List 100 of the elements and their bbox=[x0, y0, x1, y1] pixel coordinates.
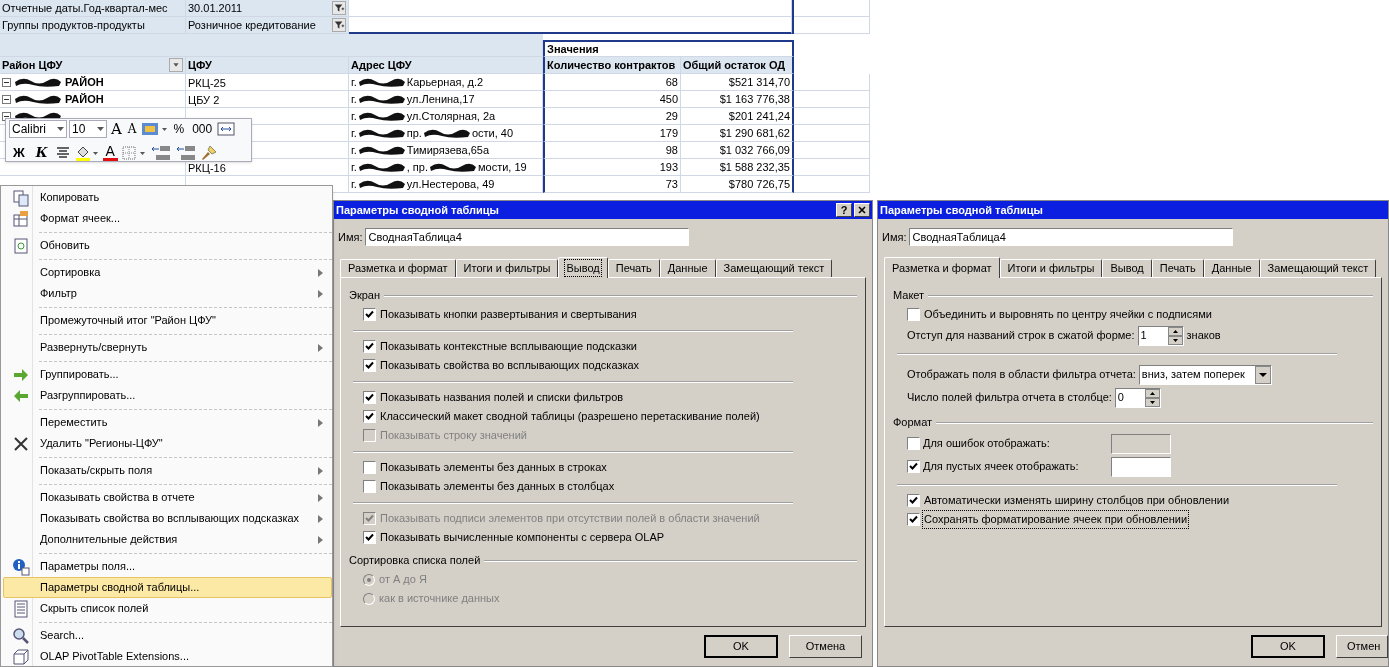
cell-text: ЦБУ 2 bbox=[188, 95, 220, 106]
checkbox[interactable] bbox=[907, 460, 920, 473]
menu-item[interactable]: Промежуточный итог "Район ЦФУ" bbox=[3, 310, 332, 331]
cell-styles-icon[interactable] bbox=[140, 120, 169, 137]
section-label: Экран bbox=[349, 288, 381, 304]
format-painter-icon[interactable] bbox=[199, 143, 218, 162]
field-label: Число полей фильтра отчета в столбце: bbox=[907, 390, 1112, 406]
redaction-mark bbox=[421, 127, 472, 139]
cell-text: $1 588 232,35 bbox=[719, 161, 790, 173]
font-color-button[interactable]: A bbox=[102, 144, 118, 162]
number-field[interactable]: 1 bbox=[1137, 325, 1184, 346]
section-label: Формат bbox=[893, 415, 933, 431]
cell-text: ости, 40 bbox=[471, 127, 514, 139]
menu-item[interactable]: Показывать свойства во всплывающих подсказках bbox=[3, 508, 332, 529]
checkbox-label: Показывать элементы без данных в столбцах bbox=[379, 479, 616, 495]
checkbox[interactable] bbox=[363, 359, 376, 372]
align-center-icon[interactable] bbox=[54, 144, 71, 161]
tab[interactable]: Данные bbox=[1203, 259, 1260, 277]
menu-item[interactable]: Удалить "Регионы-ЦФУ" bbox=[3, 433, 332, 454]
shrink-font-button[interactable]: A bbox=[125, 119, 139, 138]
font-size-dropdown[interactable]: 10 bbox=[69, 119, 107, 138]
menu-item[interactable]: Search... bbox=[3, 625, 332, 646]
bold-button[interactable]: Ж bbox=[9, 143, 29, 163]
checkbox[interactable] bbox=[907, 513, 920, 526]
filter-icon[interactable] bbox=[332, 1, 346, 15]
tab[interactable]: Данные bbox=[659, 259, 716, 277]
borders-icon[interactable] bbox=[120, 144, 147, 161]
tab[interactable]: Итоги и фильтры bbox=[999, 259, 1103, 277]
menu-item[interactable]: Фильтр bbox=[3, 283, 332, 304]
menu-item[interactable]: Переместить bbox=[3, 412, 332, 433]
tab[interactable]: Замещающий текст bbox=[715, 259, 833, 277]
font-dropdown[interactable]: Calibri bbox=[9, 119, 67, 138]
cancel-button[interactable]: Отмен bbox=[1336, 635, 1388, 658]
menu-item[interactable]: Дополнительные действия bbox=[3, 529, 332, 550]
merge-icon[interactable] bbox=[217, 120, 236, 137]
field-label: Отступ для названий строк в сжатой форме: bbox=[907, 328, 1135, 344]
checkbox[interactable] bbox=[363, 340, 376, 353]
field-list-icon bbox=[12, 600, 30, 618]
close-button[interactable] bbox=[854, 203, 870, 217]
menu-item[interactable]: Копировать bbox=[3, 187, 332, 208]
increase-decimal-icon[interactable] bbox=[149, 143, 172, 162]
menu-item[interactable]: Обновить bbox=[3, 235, 332, 256]
checkbox[interactable] bbox=[907, 308, 920, 321]
tab[interactable]: Печать bbox=[1151, 259, 1204, 277]
grow-font-button[interactable]: A bbox=[109, 117, 124, 140]
collapse-icon[interactable] bbox=[2, 77, 11, 87]
cancel-button[interactable]: Отмена bbox=[789, 635, 862, 658]
checkbox[interactable] bbox=[363, 480, 376, 493]
info-icon bbox=[12, 558, 30, 576]
checkbox[interactable] bbox=[363, 461, 376, 474]
tab[interactable]: Разметка и формат bbox=[884, 257, 1000, 278]
checkbox[interactable] bbox=[363, 391, 376, 404]
decrease-decimal-icon[interactable] bbox=[174, 143, 197, 162]
filter-icon[interactable] bbox=[332, 18, 346, 32]
percent-button[interactable]: % bbox=[170, 119, 188, 138]
tab[interactable]: Вывод bbox=[1102, 259, 1152, 277]
checkbox-label: Показывать контекстные всплывающие подсказки bbox=[379, 339, 638, 355]
cell-text: $780 726,75 bbox=[728, 178, 790, 190]
text-field[interactable] bbox=[1111, 456, 1171, 477]
tab[interactable]: Вывод bbox=[558, 257, 608, 278]
menu-item[interactable]: Формат ячеек... bbox=[3, 208, 332, 229]
help-button[interactable]: ? bbox=[836, 203, 852, 217]
spin-buttons-icon[interactable] bbox=[1167, 326, 1183, 345]
tab[interactable]: Печать bbox=[607, 259, 660, 277]
menu-item[interactable]: Развернуть/свернуть bbox=[3, 337, 332, 358]
checkbox[interactable] bbox=[363, 410, 376, 423]
tab[interactable]: Разметка и формат bbox=[340, 259, 456, 277]
name-field[interactable]: СводнаяТаблица4 bbox=[365, 228, 690, 246]
format-cells-icon bbox=[12, 210, 30, 228]
number-field[interactable]: 0 bbox=[1114, 387, 1161, 408]
spin-buttons-icon[interactable] bbox=[1144, 388, 1160, 407]
name-field[interactable]: СводнаяТаблица4 bbox=[909, 228, 1234, 246]
cell-text: $201 241,24 bbox=[728, 110, 790, 122]
menu-item[interactable]: Параметры поля... bbox=[3, 556, 332, 577]
italic-button[interactable]: К bbox=[31, 143, 52, 163]
menu-item[interactable]: Сортировка bbox=[3, 262, 332, 283]
ok-button[interactable]: OK bbox=[704, 635, 778, 658]
column-header: ЦФУ bbox=[188, 59, 212, 71]
tab[interactable]: Итоги и фильтры bbox=[455, 259, 559, 277]
menu-item[interactable]: Скрыть список полей bbox=[3, 598, 332, 619]
dropdown-arrow-icon[interactable] bbox=[1254, 365, 1271, 384]
cell-text: РАЙОН bbox=[65, 76, 104, 88]
collapse-icon[interactable] bbox=[2, 94, 11, 104]
menu-item[interactable]: Параметры сводной таблицы... bbox=[3, 577, 332, 598]
tab[interactable]: Замещающий текст bbox=[1259, 259, 1377, 277]
menu-item[interactable]: Разгруппировать... bbox=[3, 385, 332, 406]
menu-item[interactable]: OLAP PivotTable Extensions... bbox=[3, 646, 332, 667]
menu-item[interactable]: Группировать... bbox=[3, 364, 332, 385]
thousands-button[interactable]: 000 bbox=[189, 119, 216, 138]
cell-text: г. bbox=[351, 144, 357, 156]
close-icon bbox=[12, 435, 30, 453]
menu-item[interactable]: Показать/скрыть поля bbox=[3, 460, 332, 481]
checkbox[interactable] bbox=[363, 531, 376, 544]
dropdown-field[interactable]: вниз, затем поперек bbox=[1138, 364, 1272, 385]
caret-icon bbox=[57, 126, 64, 131]
menu-item[interactable]: Показывать свойства в отчете bbox=[3, 487, 332, 508]
checkbox[interactable] bbox=[363, 308, 376, 321]
checkbox[interactable] bbox=[907, 494, 920, 507]
cell-text: 68 bbox=[665, 76, 678, 88]
ok-button[interactable]: OK bbox=[1251, 635, 1325, 658]
